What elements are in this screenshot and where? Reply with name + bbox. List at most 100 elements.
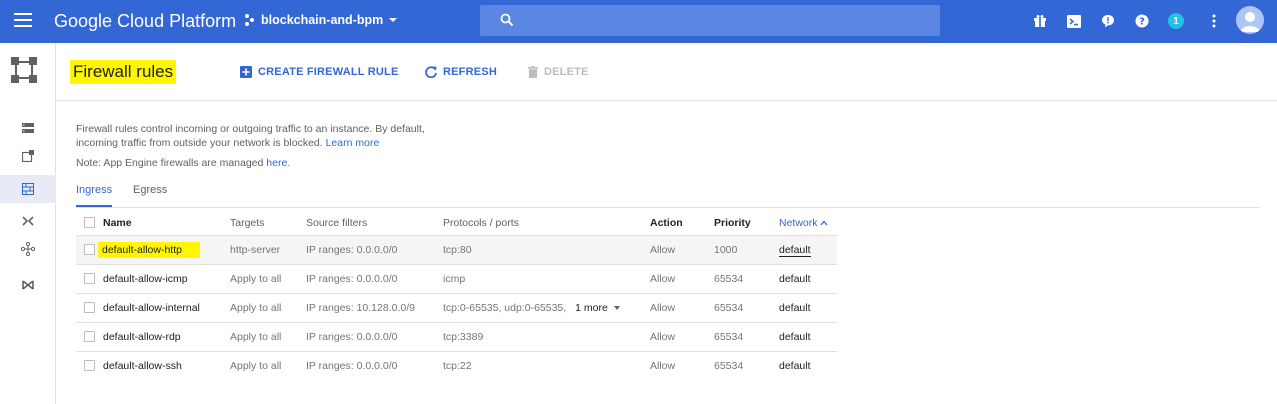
table-row[interactable]: default-allow-internal Apply to all IP r… <box>76 292 837 322</box>
refresh-button[interactable]: REFRESH <box>425 66 497 78</box>
column-header-network[interactable]: Network <box>779 211 837 235</box>
column-header-name[interactable]: Name <box>103 211 230 235</box>
rule-action: Allow <box>650 350 714 380</box>
rule-source: IP ranges: 0.0.0.0/0 <box>306 263 443 293</box>
rule-targets: http-server <box>230 234 306 264</box>
row-checkbox[interactable] <box>84 331 95 343</box>
left-navigation <box>0 43 56 404</box>
description-text: Firewall rules control incoming or outgo… <box>76 123 425 149</box>
delete-label: DELETE <box>544 66 589 78</box>
rule-name-link[interactable]: default-allow-ssh <box>103 350 230 380</box>
vpc-peering-icon[interactable] <box>0 235 56 263</box>
column-header-action[interactable]: Action <box>650 211 714 235</box>
rule-targets: Apply to all <box>230 321 306 351</box>
rule-source: IP ranges: 10.128.0.0/9 <box>306 292 443 322</box>
brand-title[interactable]: Google Cloud Platform <box>54 11 236 32</box>
rule-name-link[interactable]: default-allow-internal <box>103 292 230 322</box>
table-header-row: Name Targets Source filters Protocols / … <box>76 211 837 235</box>
refresh-label: REFRESH <box>443 66 497 78</box>
project-icon <box>245 14 255 26</box>
row-checkbox[interactable] <box>84 273 95 285</box>
rule-name-link[interactable]: default-allow-icmp <box>103 263 230 293</box>
rule-priority: 65534 <box>714 263 779 293</box>
rule-action: Allow <box>650 321 714 351</box>
firewall-rules-table: Name Targets Source filters Protocols / … <box>76 211 837 380</box>
rule-action: Allow <box>650 263 714 293</box>
account-avatar[interactable] <box>1236 6 1264 34</box>
rule-protocols: tcp:80 <box>443 234 650 264</box>
svg-text:?: ? <box>1139 17 1145 28</box>
column-header-priority[interactable]: Priority <box>714 211 779 235</box>
direction-tabs: Ingress Egress <box>76 184 1260 208</box>
rule-action: Allow <box>650 234 714 264</box>
column-header-targets[interactable]: Targets <box>230 211 306 235</box>
table-row[interactable]: default-allow-http http-server IP ranges… <box>76 234 837 264</box>
vpc-network-logo-icon <box>11 57 37 83</box>
tab-egress[interactable]: Egress <box>133 184 167 207</box>
chevron-down-icon <box>613 305 620 310</box>
here-link[interactable]: here <box>266 157 287 169</box>
learn-more-link[interactable]: Learn more <box>326 137 380 149</box>
add-box-icon <box>240 66 252 78</box>
refresh-icon <box>425 66 437 78</box>
network-link[interactable]: default <box>779 292 837 322</box>
sort-ascending-icon <box>820 220 828 226</box>
chevron-down-icon <box>389 18 398 22</box>
network-link[interactable]: default <box>779 350 837 380</box>
trash-icon <box>528 66 538 78</box>
interconnect-icon[interactable] <box>0 271 56 299</box>
cloud-shell-icon[interactable] <box>1064 9 1084 33</box>
vm-instances-icon[interactable] <box>0 114 56 142</box>
create-label: CREATE FIREWALL RULE <box>258 66 399 78</box>
network-link[interactable]: default <box>779 321 837 351</box>
rule-targets: Apply to all <box>230 263 306 293</box>
column-header-source-filters[interactable]: Source filters <box>306 211 443 235</box>
rule-priority: 1000 <box>714 234 779 264</box>
table-row[interactable]: default-allow-ssh Apply to all IP ranges… <box>76 350 837 380</box>
row-checkbox[interactable] <box>84 360 95 372</box>
rule-targets: Apply to all <box>230 350 306 380</box>
rule-protocols: tcp:0-65535, udp:0-65535, <box>443 301 567 314</box>
rule-protocols: tcp:22 <box>443 350 650 380</box>
select-all-checkbox[interactable] <box>84 217 95 229</box>
table-row[interactable]: default-allow-rdp Apply to all IP ranges… <box>76 321 837 351</box>
tab-ingress[interactable]: Ingress <box>76 184 112 207</box>
project-selector[interactable]: blockchain-and-bpm <box>245 13 398 27</box>
column-header-protocols[interactable]: Protocols / ports <box>443 211 650 235</box>
create-firewall-rule-button[interactable]: CREATE FIREWALL RULE <box>240 66 398 78</box>
rule-protocols: icmp <box>443 263 650 293</box>
rule-protocols: tcp:3389 <box>443 321 650 351</box>
network-link[interactable]: default <box>779 263 837 293</box>
rule-source: IP ranges: 0.0.0.0/0 <box>306 350 443 380</box>
rule-source: IP ranges: 0.0.0.0/0 <box>306 321 443 351</box>
delete-button[interactable]: DELETE <box>528 66 589 78</box>
rule-priority: 65534 <box>714 292 779 322</box>
rule-targets: Apply to all <box>230 292 306 322</box>
feedback-icon[interactable] <box>1098 9 1118 33</box>
firewall-icon[interactable] <box>0 175 56 203</box>
row-checkbox[interactable] <box>84 302 95 314</box>
routes-icon[interactable] <box>0 207 56 235</box>
rule-name-link[interactable]: default-allow-http <box>98 241 200 258</box>
notifications-badge[interactable]: 1 <box>1166 9 1186 33</box>
search-input[interactable] <box>480 5 940 36</box>
rule-source: IP ranges: 0.0.0.0/0 <box>306 234 443 264</box>
top-app-bar: Google Cloud Platform blockchain-and-bpm… <box>0 0 1277 43</box>
rule-priority: 65534 <box>714 321 779 351</box>
more-protocols-dropdown[interactable]: 1 more <box>575 302 620 314</box>
help-icon[interactable]: ? <box>1132 9 1152 33</box>
rule-action: Allow <box>650 292 714 322</box>
table-row[interactable]: default-allow-icmp Apply to all IP range… <box>76 263 837 293</box>
more-vert-icon[interactable] <box>1208 9 1220 33</box>
gift-icon[interactable] <box>1030 9 1050 33</box>
app-engine-note: Note: App Engine firewalls are managed h… <box>76 157 291 169</box>
external-link-icon[interactable] <box>0 142 56 170</box>
rule-name-link[interactable]: default-allow-rdp <box>103 321 230 351</box>
rule-priority: 65534 <box>714 350 779 380</box>
page-title: Firewall rules <box>70 60 177 84</box>
search-icon <box>500 13 514 27</box>
network-link[interactable]: default <box>779 243 811 257</box>
menu-icon[interactable] <box>14 13 32 27</box>
row-checkbox[interactable] <box>84 244 95 256</box>
project-name: blockchain-and-bpm <box>261 13 384 27</box>
